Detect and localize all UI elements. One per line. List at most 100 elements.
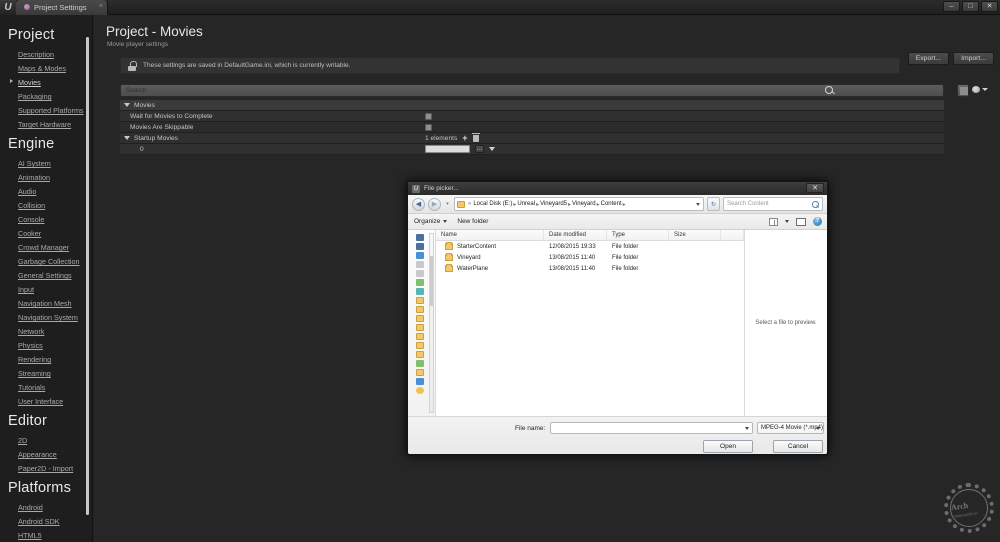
tab-close-icon[interactable]: × <box>99 3 103 10</box>
forward-button[interactable]: ▶ <box>428 197 441 211</box>
sidebar-item-android[interactable]: Android <box>0 501 92 515</box>
movie-path-input[interactable] <box>425 145 470 153</box>
preview-text: Select a file to preview. <box>755 319 817 326</box>
open-button[interactable]: Open <box>703 440 753 453</box>
filetype-select[interactable]: MPEG-4 Movie (*.mp4) <box>757 422 824 434</box>
sidebar-item-streaming[interactable]: Streaming <box>0 367 92 381</box>
cancel-button[interactable]: Cancel <box>773 440 823 453</box>
filename-input[interactable] <box>550 422 753 434</box>
chevron-down-icon[interactable] <box>745 427 749 430</box>
breadcrumb-item[interactable]: Unreal <box>517 201 535 207</box>
triangle-down-icon[interactable] <box>124 103 130 107</box>
sidebar-item-2d[interactable]: 2D <box>0 434 92 448</box>
sidebar-item-animation[interactable]: Animation <box>0 171 92 185</box>
recent-locations-icon[interactable]: ▾ <box>444 201 451 207</box>
places-sidebar[interactable] <box>408 230 436 416</box>
new-folder-button[interactable]: New folder <box>457 218 488 225</box>
chevron-down-icon[interactable] <box>696 203 700 206</box>
sidebar-item-garbage-collection[interactable]: Garbage Collection <box>0 255 92 269</box>
chevron-down-icon[interactable] <box>785 220 789 223</box>
preview-pane-icon[interactable] <box>796 217 806 226</box>
import-button[interactable]: Import... <box>953 52 994 65</box>
checkbox[interactable] <box>425 112 432 120</box>
sidebar-item-navigation-system[interactable]: Navigation System <box>0 311 92 325</box>
sidebar-scrollbar[interactable] <box>86 37 89 515</box>
organize-button[interactable]: Organize <box>414 218 440 225</box>
sidebar-item-html5[interactable]: HTML5 <box>0 529 92 542</box>
sidebar-item-collision[interactable]: Collision <box>0 199 92 213</box>
search-icon[interactable] <box>824 85 835 96</box>
sidebar-section-heading: Engine <box>8 136 55 152</box>
breadcrumb-item[interactable]: Content <box>601 201 622 207</box>
breadcrumb-item[interactable]: Vineyard <box>572 201 596 207</box>
sidebar-item-target-hardware[interactable]: Target Hardware <box>0 118 92 132</box>
sidebar-item-general-settings[interactable]: General Settings <box>0 269 92 283</box>
column-header-type[interactable]: Type <box>607 229 669 241</box>
file-picker-dialog: U File picker... ✕ ◀ ▶ ▾ « Local Disk (E… <box>406 180 829 456</box>
breadcrumb-prefix: « <box>468 201 472 207</box>
breadcrumb[interactable]: « Local Disk (E:) ▸ Unreal ▸ Vineyard5 ▸ Viney… <box>454 197 704 211</box>
sidebar-item-movies[interactable]: Movies <box>0 76 92 90</box>
folder-icon <box>416 252 424 259</box>
sidebar-item-label: Cooker <box>18 229 42 238</box>
view-options-button[interactable] <box>957 84 969 97</box>
sidebar-item-audio[interactable]: Audio <box>0 185 92 199</box>
sidebar-item-rendering[interactable]: Rendering <box>0 353 92 367</box>
file-row[interactable]: Vineyard 13/08/2015 11:40 File folder <box>436 252 744 263</box>
folder-icon <box>416 288 424 295</box>
file-list[interactable]: Name Date modified Type Size StarterContent… <box>436 229 744 416</box>
sidebar-item-tutorials[interactable]: Tutorials <box>0 381 92 395</box>
sidebar-item-crowd-manager[interactable]: Crowd Manager <box>0 241 92 255</box>
sidebar-item-appearance[interactable]: Appearance <box>0 448 92 462</box>
sidebar-item-network[interactable]: Network <box>0 325 92 339</box>
settings-dropdown-button[interactable] <box>972 86 988 93</box>
folder-icon <box>416 342 424 349</box>
settings-sidebar[interactable]: Project Description Maps & Modes Movies Pack… <box>0 15 93 542</box>
sidebar-item-physics[interactable]: Physics <box>0 339 92 353</box>
sidebar-item-description[interactable]: Description <box>0 48 92 62</box>
refresh-button[interactable]: ↻ <box>707 197 720 211</box>
checkbox[interactable] <box>425 123 432 131</box>
back-button[interactable]: ◀ <box>412 197 425 211</box>
column-header-date-modified[interactable]: Date modified <box>544 229 607 241</box>
export-button[interactable]: Export... <box>907 52 950 65</box>
sidebar-item-supported-platforms[interactable]: Supported Platforms <box>0 104 92 118</box>
search-input[interactable]: Search <box>120 84 944 97</box>
dialog-footer: File name: MPEG-4 Movie (*.mp4) Open Can… <box>408 416 827 454</box>
breadcrumb-item[interactable]: Local Disk (E:) <box>473 201 512 207</box>
minimize-button[interactable]: – <box>943 1 960 12</box>
file-row[interactable]: StarterContent 12/08/2015 19:33 File folde… <box>436 241 744 252</box>
browse-button[interactable]: … <box>475 145 484 153</box>
folder-icon <box>416 243 424 250</box>
places-scrollbar[interactable] <box>429 233 434 413</box>
column-header-name[interactable]: Name <box>436 229 544 241</box>
sidebar-item-user-interface[interactable]: User Interface <box>0 395 92 409</box>
triangle-down-icon[interactable] <box>124 136 130 140</box>
close-button[interactable]: ✕ <box>981 1 998 12</box>
help-icon[interactable]: ? <box>813 217 822 226</box>
sidebar-item-packaging[interactable]: Packaging <box>0 90 92 104</box>
folder-icon <box>445 242 453 250</box>
maximize-button[interactable]: □ <box>962 1 979 12</box>
dialog-search-input[interactable]: Search Content <box>723 197 823 211</box>
sidebar-item-paper2d-import[interactable]: Paper2D - Import <box>0 462 92 476</box>
file-date-cell: 13/08/2015 11:40 <box>549 254 596 261</box>
dialog-close-button[interactable]: ✕ <box>806 183 824 193</box>
sidebar-item-android-sdk[interactable]: Android SDK <box>0 515 92 529</box>
sidebar-item-ai-system[interactable]: AI System <box>0 157 92 171</box>
folder-icon <box>416 324 424 331</box>
sidebar-item-label: Movies <box>18 78 41 87</box>
sidebar-item-maps-modes[interactable]: Maps & Modes <box>0 62 92 76</box>
sidebar-item-cooker[interactable]: Cooker <box>0 227 92 241</box>
file-row[interactable]: WaterPlane 13/08/2015 11:40 File folder <box>436 263 744 274</box>
chevron-down-icon[interactable] <box>489 147 495 151</box>
add-element-icon[interactable]: + <box>462 133 467 142</box>
sidebar-item-navigation-mesh[interactable]: Navigation Mesh <box>0 297 92 311</box>
tab-project-settings[interactable]: Project Settings × <box>16 0 108 15</box>
delete-icon[interactable] <box>471 132 480 142</box>
column-header-size[interactable]: Size <box>669 229 721 241</box>
sidebar-item-input[interactable]: Input <box>0 283 92 297</box>
view-mode-icon[interactable] <box>769 217 778 226</box>
breadcrumb-item[interactable]: Vineyard5 <box>540 201 567 207</box>
sidebar-item-console[interactable]: Console <box>0 213 92 227</box>
